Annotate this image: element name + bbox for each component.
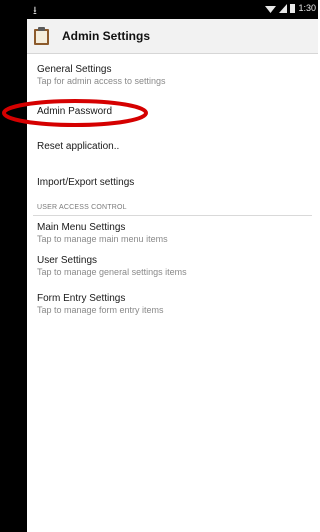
status-icons: 1:30 <box>265 3 316 13</box>
app-toolbar: Admin Settings <box>27 19 318 54</box>
user-settings-subtitle: Tap to manage general settings items <box>37 267 187 277</box>
main-menu-settings-item[interactable]: Main Menu Settings Tap to manage main me… <box>37 222 318 245</box>
main-menu-settings-subtitle: Tap to manage main menu items <box>37 234 168 244</box>
wifi-icon <box>265 5 277 13</box>
form-entry-settings-subtitle: Tap to manage form entry items <box>37 305 164 315</box>
import-export-settings-item[interactable]: Import/Export settings <box>37 177 318 189</box>
general-settings-title: General Settings <box>37 64 112 75</box>
general-settings-item[interactable]: General Settings Tap for admin access to… <box>37 64 318 87</box>
section-header-user-access-control: USER ACCESS CONTROL <box>37 204 127 211</box>
clipboard-icon <box>34 27 50 45</box>
form-entry-settings-title: Form Entry Settings <box>37 293 126 304</box>
main-menu-settings-title: Main Menu Settings <box>37 222 126 233</box>
import-export-title: Import/Export settings <box>37 177 135 188</box>
highlight-ellipse-annotation <box>2 99 148 127</box>
reset-application-title: Reset application.. <box>37 141 120 152</box>
device-frame: ⭳ 1:30 Admin Settings General Settings T… <box>0 0 318 532</box>
battery-icon <box>290 3 296 13</box>
section-divider <box>33 215 312 216</box>
signal-icon <box>279 3 288 13</box>
status-time: 1:30 <box>298 3 316 13</box>
general-settings-subtitle: Tap for admin access to settings <box>37 76 166 86</box>
reset-application-item[interactable]: Reset application.. <box>37 141 318 153</box>
user-settings-title: User Settings <box>37 255 98 266</box>
user-settings-item[interactable]: User Settings Tap to manage general sett… <box>37 255 318 278</box>
form-entry-settings-item[interactable]: Form Entry Settings Tap to manage form e… <box>37 293 318 316</box>
status-bar: ⭳ 1:30 <box>27 0 318 19</box>
screen: ⭳ 1:30 Admin Settings General Settings T… <box>27 0 318 532</box>
page-title: Admin Settings <box>62 29 151 43</box>
